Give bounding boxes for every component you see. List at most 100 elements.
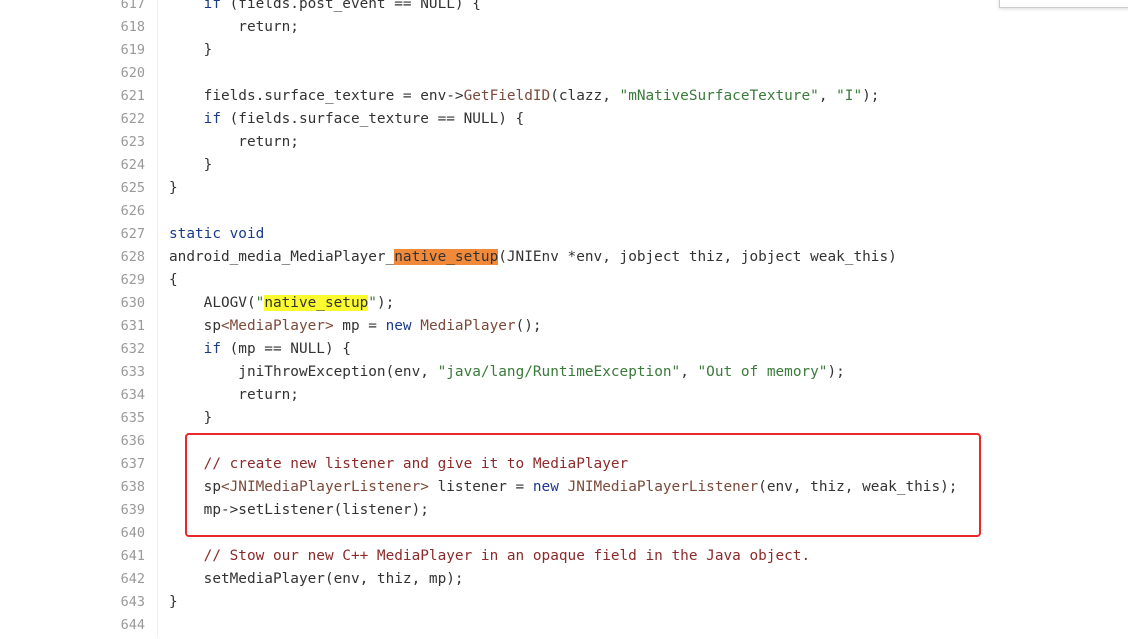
code-token: (); — [515, 318, 542, 334]
line-number[interactable]: 620 — [0, 62, 145, 85]
line-number[interactable]: 632 — [0, 338, 145, 361]
line-number[interactable]: 625 — [0, 177, 145, 200]
line-number[interactable]: 641 — [0, 545, 145, 568]
code-token: ALOGV( — [169, 295, 256, 311]
gutter-divider — [145, 545, 158, 568]
code-token: , — [818, 88, 837, 104]
code-token: } — [169, 410, 213, 426]
line-number[interactable]: 643 — [0, 591, 145, 614]
gutter-divider — [145, 315, 158, 338]
line-number[interactable]: 638 — [0, 476, 145, 499]
code-line: 627 static void — [0, 223, 1128, 246]
code-token: } — [169, 157, 213, 173]
line-number[interactable]: 633 — [0, 361, 145, 384]
gutter-divider — [145, 430, 158, 453]
code-token: (fields.surface_texture == NULL) { — [220, 111, 525, 127]
code-line: 643} — [0, 591, 1128, 614]
gutter-divider — [145, 223, 158, 246]
search-match: native_setup — [264, 295, 369, 311]
gutter-divider — [145, 361, 158, 384]
code-token: (fields.post_event == NULL) { — [220, 0, 481, 12]
line-number[interactable]: 640 — [0, 522, 145, 545]
line-number[interactable]: 628 — [0, 246, 145, 269]
line-number[interactable]: 642 — [0, 568, 145, 591]
code-token: new — [385, 318, 412, 334]
code-token: if — [203, 341, 221, 357]
gutter-divider — [145, 39, 158, 62]
gutter-divider — [145, 0, 158, 16]
code-token: (mp == NULL) { — [220, 341, 351, 357]
code-text: } — [158, 177, 178, 200]
line-number[interactable]: 630 — [0, 292, 145, 315]
line-number[interactable]: 627 — [0, 223, 145, 246]
code-line: 635 } — [0, 407, 1128, 430]
code-line: 641 // Stow our new C++ MediaPlayer in a… — [0, 545, 1128, 568]
line-number[interactable]: 626 — [0, 200, 145, 223]
line-number[interactable]: 634 — [0, 384, 145, 407]
gutter-divider — [145, 384, 158, 407]
line-number[interactable]: 623 — [0, 131, 145, 154]
code-token: return; — [169, 387, 299, 403]
code-text: sp<MediaPlayer> mp = new MediaPlayer(); — [158, 315, 542, 338]
gutter-divider — [145, 177, 158, 200]
code-line: 631 sp<MediaPlayer> mp = new MediaPlayer… — [0, 315, 1128, 338]
code-token: (clazz, — [550, 88, 620, 104]
code-line: 632 if (mp == NULL) { — [0, 338, 1128, 361]
code-token: "I" — [836, 88, 863, 104]
code-text: setMediaPlayer(env, thiz, mp); — [158, 568, 464, 591]
gutter-divider — [145, 246, 158, 269]
gutter-divider — [145, 200, 158, 223]
code-text: fields.surface_texture = env->GetFieldID… — [158, 85, 880, 108]
line-number[interactable]: 637 — [0, 453, 145, 476]
gutter-divider — [145, 85, 158, 108]
gutter-divider — [145, 16, 158, 39]
code-text: { — [158, 269, 178, 292]
code-line: 642 setMediaPlayer(env, thiz, mp); — [0, 568, 1128, 591]
line-number[interactable]: 621 — [0, 85, 145, 108]
code-text: } — [158, 407, 213, 430]
code-line: 624 } — [0, 154, 1128, 177]
gutter-divider — [145, 522, 158, 545]
search-match: native_setup — [394, 249, 499, 265]
code-line: 620 — [0, 62, 1128, 85]
code-line: 633 jniThrowException(env, "java/lang/Ru… — [0, 361, 1128, 384]
code-token: return; — [169, 134, 299, 150]
code-token: "Out of memory" — [697, 364, 828, 380]
code-token: setMediaPlayer(env, thiz, mp); — [169, 571, 464, 587]
code-token: ); — [862, 88, 880, 104]
line-number[interactable]: 619 — [0, 39, 145, 62]
code-token: fields.surface_texture = env-> — [169, 88, 464, 104]
code-text: return; — [158, 16, 299, 39]
code-token: if — [203, 0, 221, 12]
gutter-divider — [145, 591, 158, 614]
code-token: MediaPlayer — [420, 318, 516, 334]
code-line: 634 return; — [0, 384, 1128, 407]
gutter-divider — [145, 269, 158, 292]
gutter-divider — [145, 292, 158, 315]
line-number[interactable]: 622 — [0, 108, 145, 131]
line-number[interactable]: 624 — [0, 154, 145, 177]
line-number[interactable]: 631 — [0, 315, 145, 338]
code-line: 626 — [0, 200, 1128, 223]
code-token: // Stow our new C++ MediaPlayer in an op… — [169, 548, 811, 564]
line-number[interactable]: 644 — [0, 614, 145, 637]
gutter-divider — [145, 131, 158, 154]
line-number[interactable]: 617 — [0, 0, 145, 16]
line-number[interactable]: 636 — [0, 430, 145, 453]
line-number[interactable]: 639 — [0, 499, 145, 522]
line-number[interactable]: 629 — [0, 269, 145, 292]
gutter-divider — [145, 338, 158, 361]
code-line: 622 if (fields.surface_texture == NULL) … — [0, 108, 1128, 131]
line-number[interactable]: 635 — [0, 407, 145, 430]
code-text: return; — [158, 384, 299, 407]
code-token: android_media_MediaPlayer_ — [169, 249, 395, 265]
code-text: if (fields.post_event == NULL) { — [158, 0, 481, 16]
code-line: 629 { — [0, 269, 1128, 292]
line-number[interactable]: 618 — [0, 16, 145, 39]
